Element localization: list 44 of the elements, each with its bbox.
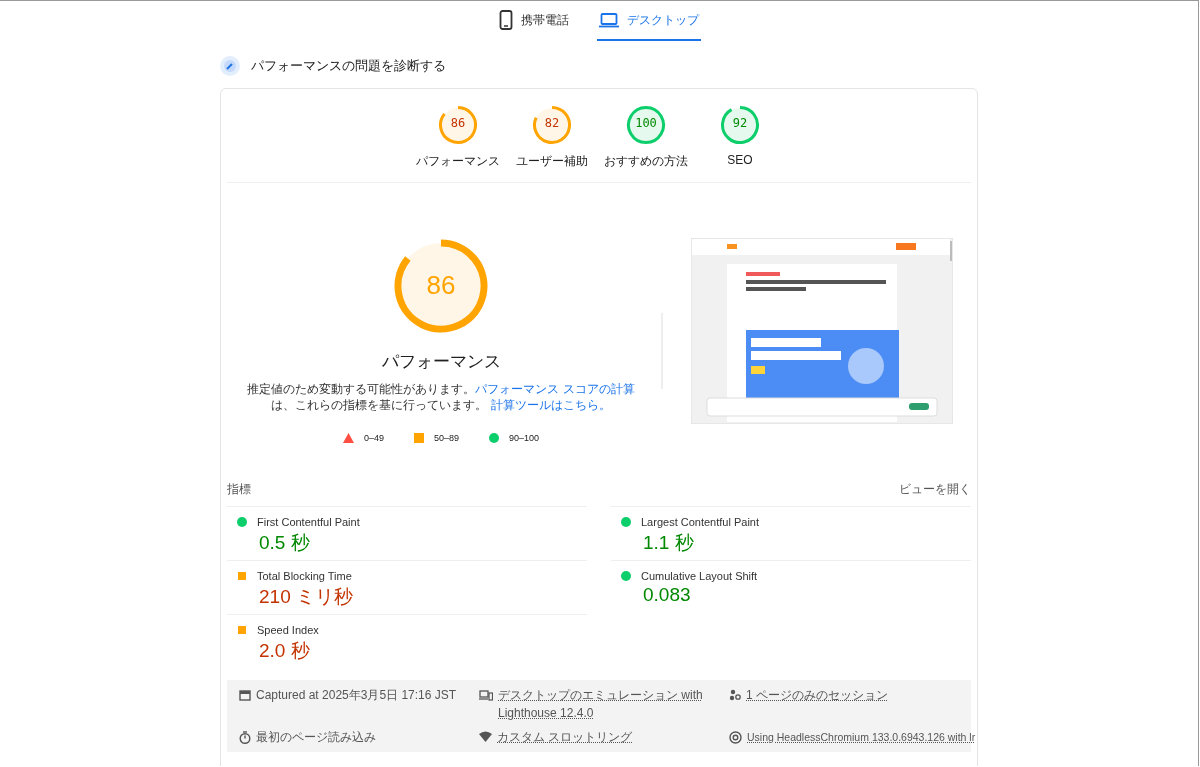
timer-icon [239,731,251,744]
score-value: 86 [450,116,466,130]
runtime-link[interactable]: デスクトップのエミュレーション with Lighthouse 12.4.0 [498,686,729,722]
score-note: 推定値のため変動する可能性があります。パフォーマンス スコアの計算 は、これらの指標を基に行っています。 計算ツールはこちら。 [247,380,635,413]
calculator-link[interactable]: 計算ツールはこちら。 [490,397,611,412]
metrics-heading: 指標 [227,481,251,498]
metric-value: 0.083 [643,584,692,606]
legend-label: 0–49 [363,432,384,443]
phone-icon [499,10,513,30]
score-value: 92 [732,116,748,130]
metric-value: 2.0 秒 [259,639,311,663]
metric-name: Largest Contentful Paint [641,516,760,528]
signal-icon [479,731,492,742]
device-tab[interactable]: デスクトップ [597,1,701,41]
calendar-icon [239,689,251,701]
runtime-info: 最初のページ読み込み [256,729,376,746]
category-label: パフォーマンス [416,153,500,170]
section-title: パフォーマンスの問題を診断する [251,57,446,75]
gauge-title: パフォーマンス [381,350,501,373]
score-value: 100 [635,116,657,130]
expand-view-button[interactable]: ビューを開く [899,481,971,498]
metric-name: Total Blocking Time [257,570,352,582]
metric-name: Speed Index [257,624,319,636]
runtime-link[interactable]: 1 ページのみのセッション [746,686,888,704]
metric-name: First Contentful Paint [257,516,360,528]
laptop-icon [599,12,619,28]
metric-value: 1.1 秒 [643,531,695,555]
category-label: ユーザー補助 [516,153,588,170]
score-value: 82 [544,116,560,130]
score-calc-link[interactable]: パフォーマンス スコアの計算 [475,381,635,396]
runtime-info: Captured at 2025年3月5日 17:16 JST [256,687,457,704]
runtime-link[interactable]: カスタム スロットリング [497,728,633,746]
metric-name: Cumulative Layout Shift [641,570,758,582]
runtime-link[interactable]: Using HeadlessChromium 133.0.6943.126 with lr [747,728,976,746]
score-value: 86 [425,269,457,302]
legend-label: 50–89 [433,432,459,443]
category-label: SEO [727,153,753,167]
metric-value: 0.5 秒 [259,531,311,555]
metric-value: 210 ミリ秒 [259,585,354,609]
device-tab[interactable]: 携帯電話 [497,1,571,41]
devices-icon [479,689,493,701]
category-label: おすすめの方法 [604,153,688,170]
nodes-icon [729,689,741,701]
legend-label: 90–100 [509,432,540,443]
